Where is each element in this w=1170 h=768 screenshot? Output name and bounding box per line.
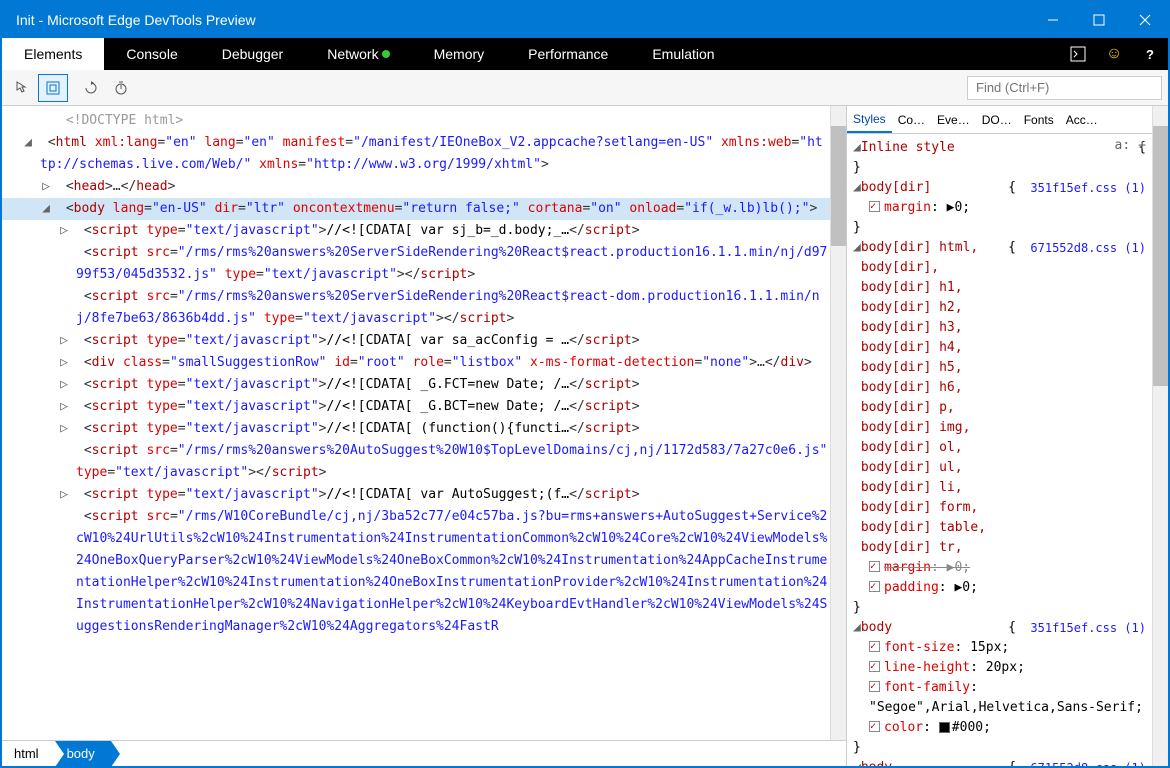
minimize-button[interactable] [1030, 2, 1076, 38]
expand-icon[interactable]: ▷ [46, 176, 58, 198]
toolbar [2, 70, 1168, 106]
rule-source[interactable]: 671552d8.css (1) [1016, 758, 1146, 766]
window-title: Init - Microsoft Edge DevTools Preview [16, 12, 1030, 28]
dom-node[interactable]: ◢ <body lang="en-US" dir="ltr" oncontext… [2, 198, 830, 220]
styles-panel: StylesCo…Eve…DO…FontsAcc… a: + ◢Inline s… [847, 106, 1152, 766]
content-area: <!DOCTYPE html>◢ <html xml:lang="en" lan… [2, 106, 1168, 766]
dom-tree[interactable]: <!DOCTYPE html>◢ <html xml:lang="en" lan… [2, 106, 830, 740]
property-checkbox[interactable] [869, 581, 880, 592]
expand-icon[interactable] [64, 286, 76, 308]
property-checkbox[interactable] [869, 201, 880, 212]
rule-header[interactable]: ◢body[dir] { 351f15ef.css (1) [853, 178, 1146, 198]
expand-icon[interactable]: ▷ [64, 220, 76, 242]
dom-node[interactable]: ▷ <script type="text/javascript">//<![CD… [2, 330, 830, 352]
tab-debugger[interactable]: Debugger [200, 38, 306, 70]
dom-panel: <!DOCTYPE html>◢ <html xml:lang="en" lan… [2, 106, 847, 766]
close-button[interactable] [1122, 2, 1168, 38]
expand-icon[interactable] [64, 440, 76, 462]
dom-node[interactable]: ▷ <script type="text/javascript">//<![CD… [2, 220, 830, 242]
rule-source[interactable]: 671552d8.css (1) [1016, 238, 1146, 258]
rule-header[interactable]: ◢body { 351f15ef.css (1) [853, 618, 1146, 638]
dom-node[interactable]: ◢ <html xml:lang="en" lang="en" manifest… [2, 132, 830, 176]
main-tabs: ElementsConsoleDebuggerNetworkMemoryPerf… [2, 38, 1168, 70]
tab-emulation[interactable]: Emulation [630, 38, 736, 70]
dom-node[interactable]: ▷ <head>…</head> [2, 176, 830, 198]
style-property[interactable]: line-height: 20px; [853, 658, 1146, 678]
dom-node[interactable]: <!DOCTYPE html> [2, 110, 830, 132]
maximize-button[interactable] [1076, 2, 1122, 38]
styles-tab-fonts[interactable]: Fonts [1018, 106, 1060, 133]
tab-elements[interactable]: Elements [2, 38, 104, 70]
window-controls [1030, 2, 1168, 38]
style-property[interactable]: padding: ▶0; [853, 578, 1146, 598]
expand-icon[interactable]: ▷ [64, 418, 76, 440]
expand-icon[interactable] [64, 506, 76, 528]
expand-icon[interactable]: ▷ [64, 374, 76, 396]
styles-tabs: StylesCo…Eve…DO…FontsAcc… [847, 106, 1152, 134]
add-rule-button[interactable]: + [1138, 136, 1146, 156]
styles-tab-do[interactable]: DO… [976, 106, 1018, 133]
refresh-icon[interactable] [76, 74, 106, 102]
styles-tab-styles[interactable]: Styles [847, 106, 892, 133]
dom-node[interactable]: ▷ <script type="text/javascript">//<![CD… [2, 396, 830, 418]
styles-body[interactable]: a: + ◢Inline style {}◢body[dir] { 351f15… [847, 134, 1152, 766]
style-property[interactable]: margin: ▶0; [853, 558, 1146, 578]
feedback-icon[interactable]: ☺ [1096, 38, 1132, 70]
breadcrumb-html[interactable]: html [2, 741, 55, 767]
dom-node[interactable]: <script src="/rms/rms%20answers%20AutoSu… [2, 440, 830, 484]
rule-header[interactable]: ◢body[dir] html, body[dir], body[dir] h1… [853, 238, 1146, 558]
expand-icon[interactable]: ◢ [46, 198, 58, 220]
dom-scrollbar[interactable] [830, 106, 846, 740]
help-icon[interactable]: ? [1132, 38, 1168, 70]
dom-node[interactable]: <script src="/rms/rms%20answers%20Server… [2, 242, 830, 286]
style-property[interactable]: color: #000; [853, 718, 1146, 738]
styles-tab-eve[interactable]: Eve… [931, 106, 976, 133]
expand-icon[interactable]: ▷ [64, 396, 76, 418]
styles-tab-acc[interactable]: Acc… [1060, 106, 1104, 133]
expand-icon[interactable]: ▷ [64, 484, 76, 506]
tab-network[interactable]: Network [305, 38, 411, 70]
rule-header[interactable]: ◢Inline style { [853, 138, 1146, 158]
property-checkbox[interactable] [869, 561, 880, 572]
tab-console[interactable]: Console [104, 38, 199, 70]
property-checkbox[interactable] [869, 681, 880, 692]
find-input[interactable] [967, 76, 1162, 100]
window: Init - Microsoft Edge DevTools Preview E… [0, 0, 1170, 768]
tab-performance[interactable]: Performance [506, 38, 630, 70]
styles-tab-co[interactable]: Co… [892, 106, 931, 133]
select-element-icon[interactable] [8, 74, 38, 102]
highlight-element-icon[interactable] [38, 74, 68, 102]
tab-memory[interactable]: Memory [412, 38, 507, 70]
timer-icon[interactable] [106, 74, 136, 102]
dom-node[interactable]: ▷ <script type="text/javascript">//<![CD… [2, 484, 830, 506]
expand-icon[interactable]: ▷ [64, 330, 76, 352]
rule-header[interactable]: ◢body { 671552d8.css (1) [853, 758, 1146, 766]
style-property[interactable]: margin: ▶0; [853, 198, 1146, 218]
console-drawer-icon[interactable] [1060, 38, 1096, 70]
property-checkbox[interactable] [869, 661, 880, 672]
property-checkbox[interactable] [869, 721, 880, 732]
dom-node[interactable]: ▷ <script type="text/javascript">//<![CD… [2, 374, 830, 396]
expand-icon[interactable] [46, 110, 58, 132]
pseudo-class-button[interactable]: a: [1115, 136, 1131, 156]
expand-icon[interactable]: ◢ [28, 132, 40, 154]
breadcrumb: htmlbody [2, 740, 846, 766]
rule-source[interactable]: 351f15ef.css (1) [1016, 618, 1146, 638]
dom-node[interactable]: ▷ <script type="text/javascript">//<![CD… [2, 418, 830, 440]
styles-scrollbar[interactable] [1152, 106, 1168, 766]
titlebar: Init - Microsoft Edge DevTools Preview [2, 2, 1168, 38]
rule-toolbar: a: + [1115, 136, 1146, 156]
style-property[interactable]: font-family: "Segoe",Arial,Helvetica,San… [853, 678, 1146, 718]
expand-icon[interactable]: ▷ [64, 352, 76, 374]
dom-node[interactable]: <script src="/rms/W10CoreBundle/cj,nj/3b… [2, 506, 830, 638]
property-checkbox[interactable] [869, 641, 880, 652]
expand-icon[interactable] [64, 242, 76, 264]
dom-node[interactable]: ▷ <div class="smallSuggestionRow" id="ro… [2, 352, 830, 374]
rule-source[interactable]: 351f15ef.css (1) [1016, 178, 1146, 198]
dom-node[interactable]: <script src="/rms/rms%20answers%20Server… [2, 286, 830, 330]
style-property[interactable]: font-size: 15px; [853, 638, 1146, 658]
